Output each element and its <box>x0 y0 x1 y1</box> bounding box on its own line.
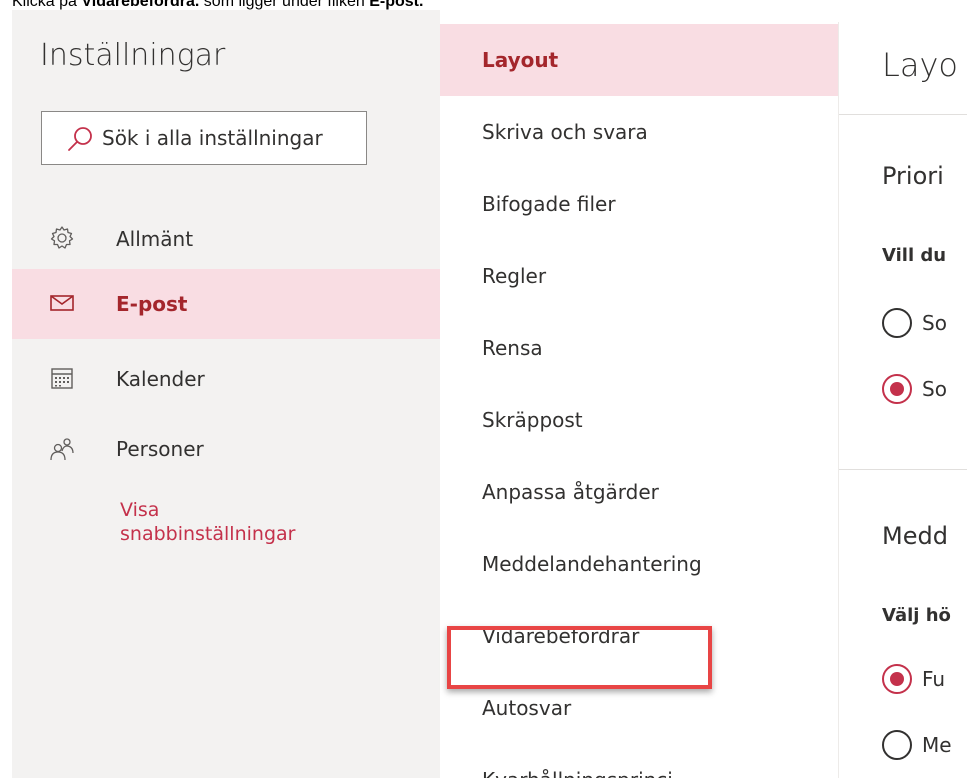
menu-item-label: Regler <box>482 264 547 288</box>
highlight-annotation-box <box>447 626 712 689</box>
nav-item-label: E-post <box>116 292 188 316</box>
radio-button[interactable] <box>882 730 912 760</box>
radio-option[interactable]: Me <box>882 728 967 764</box>
section-heading-focused-inbox: Priori <box>882 162 944 190</box>
divider <box>839 469 967 470</box>
nav-item-label: Allmänt <box>116 227 194 251</box>
people-icon <box>50 438 74 461</box>
nav-item-email[interactable]: E-post <box>12 269 440 339</box>
quick-settings-link[interactable]: Visa snabbinställningar <box>120 498 295 546</box>
settings-search-input[interactable] <box>102 124 362 152</box>
search-icon <box>68 127 92 151</box>
radio-label: So <box>922 311 947 335</box>
layout-settings-panel: Layo Priori Vill du So So Medd Välj hö F… <box>838 22 967 778</box>
calendar-icon <box>51 368 73 389</box>
menu-item-label: Anpassa åtgärder <box>482 480 659 504</box>
radio-option[interactable]: So <box>882 372 967 408</box>
nav-item-general[interactable]: Allmänt <box>12 204 440 274</box>
menu-item-label: Bifogade filer <box>482 192 616 216</box>
menu-item-retention-policies[interactable]: Kvarhållningsprinci <box>440 744 838 778</box>
divider <box>839 114 967 115</box>
radio-label: Me <box>922 733 952 757</box>
menu-item-label: Skräppost <box>482 408 583 432</box>
menu-item-label: Skriva och svara <box>482 120 648 144</box>
nav-item-label: Personer <box>116 437 204 461</box>
menu-item-attachments[interactable]: Bifogade filer <box>440 168 838 240</box>
section-question: Välj hö <box>882 605 951 626</box>
gear-icon <box>50 226 74 249</box>
nav-item-calendar[interactable]: Kalender <box>12 344 440 414</box>
radio-button[interactable] <box>882 664 912 694</box>
menu-item-label: Meddelandehantering <box>482 552 702 576</box>
menu-item-sweep[interactable]: Rensa <box>440 312 838 384</box>
menu-item-label: Kvarhållningsprinci <box>482 744 673 778</box>
menu-item-customize-actions[interactable]: Anpassa åtgärder <box>440 456 838 528</box>
menu-item-message-handling[interactable]: Meddelandehantering <box>440 528 838 600</box>
radio-label: Fu <box>922 667 946 691</box>
radio-option[interactable]: Fu <box>882 662 967 698</box>
menu-item-rules[interactable]: Regler <box>440 240 838 312</box>
radio-button[interactable] <box>882 374 912 404</box>
mail-icon <box>50 295 74 311</box>
radio-button[interactable] <box>882 308 912 338</box>
radio-label: So <box>922 377 947 401</box>
nav-item-people[interactable]: Personer <box>12 414 440 484</box>
menu-item-compose-reply[interactable]: Skriva och svara <box>440 96 838 168</box>
settings-search-box[interactable] <box>41 111 367 165</box>
menu-item-layout[interactable]: Layout <box>440 24 838 96</box>
menu-item-junk[interactable]: Skräppost <box>440 384 838 456</box>
menu-item-label: Rensa <box>482 336 543 360</box>
settings-title: Inställningar <box>40 38 226 73</box>
settings-nav-pane: Inställningar Allmänt E-post <box>12 10 440 778</box>
nav-item-label: Kalender <box>116 367 205 391</box>
panel-title: Layo <box>882 46 958 84</box>
menu-item-label: Layout <box>482 48 559 72</box>
radio-option[interactable]: So <box>882 306 967 342</box>
section-heading-message: Medd <box>882 522 948 550</box>
section-question: Vill du <box>882 245 947 266</box>
